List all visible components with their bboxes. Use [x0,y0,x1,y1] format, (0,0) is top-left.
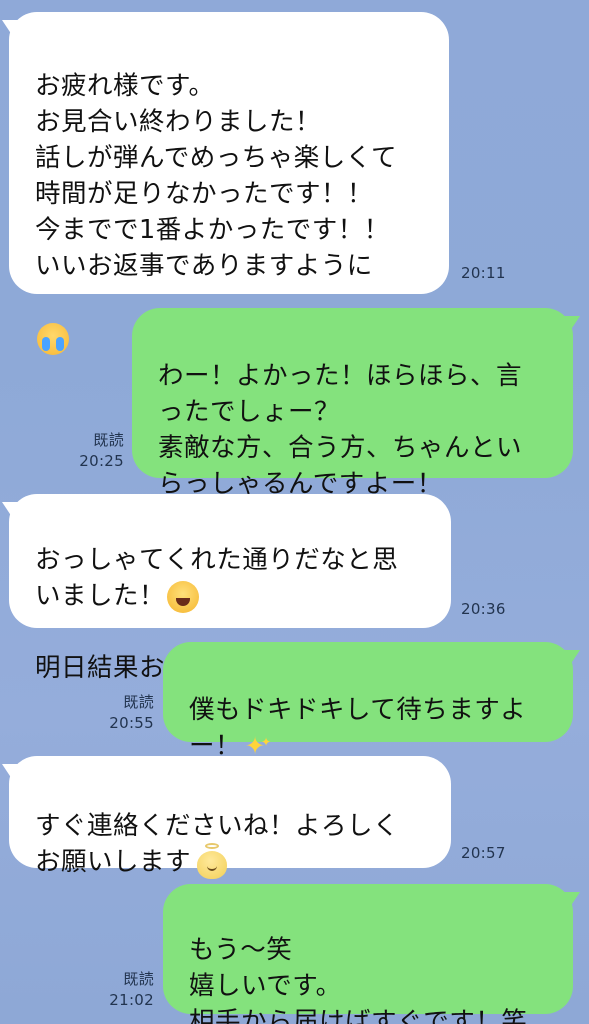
message-timestamp: 20:57 [461,844,506,862]
message-timestamp: 20:36 [461,600,506,618]
read-receipt: 既読 20:25 [70,430,124,472]
read-label: 既読 [123,970,154,988]
loudly-crying-face-icon [37,323,69,355]
outgoing-message-bubble[interactable]: もう〜笑 嬉しいです。 相手から届けばすぐです！笑 [163,884,573,1024]
message-timestamp: 21:02 [109,991,154,1009]
message-text: わー！よかった！ほらほら、言 ったでしょー？ 素敵な方、合う方、ちゃんとい らっ… [158,361,523,499]
read-receipt: 既読 21:02 [100,969,154,1011]
message-text: おっしゃてくれた通りだなと思 いました！ [35,545,399,611]
message-timestamp: 20:25 [79,452,124,470]
message-text: もう〜笑 嬉しいです。 相手から届けばすぐです！笑 [189,935,528,1024]
read-label: 既読 [93,431,124,449]
chat-thread[interactable]: お疲れ様です。 お見合い終わりました！ 話しが弾んでめっちゃ楽しくて 時間が足り… [0,0,589,1024]
incoming-message-bubble[interactable]: おっしゃてくれた通りだなと思 いました！ 明日結果お待ちしてます [9,494,451,685]
read-receipt: 既読 20:55 [100,692,154,734]
incoming-message-bubble[interactable]: すぐ連絡くださいね！よろしく お願いします [9,756,451,879]
outgoing-message-bubble[interactable]: わー！よかった！ほらほら、言 ったでしょー？ 素敵な方、合う方、ちゃんとい らっ… [132,308,573,499]
message-text: お疲れ様です。 お見合い終わりました！ 話しが弾んでめっちゃ楽しくて 時間が足り… [35,71,397,281]
message-text: 僕もドキドキして待ちますよ ー！ [189,695,527,761]
message-timestamp: 20:11 [461,264,506,282]
incoming-message-bubble[interactable]: お疲れ様です。 お見合い終わりました！ 話しが弾んでめっちゃ楽しくて 時間が足り… [9,12,449,355]
tears-of-joy-face-icon [167,581,200,613]
angel-chick-sticker-icon [195,843,229,881]
message-timestamp: 20:55 [109,714,154,732]
read-label: 既読 [123,693,154,711]
outgoing-message-bubble[interactable]: 僕もドキドキして待ちますよ ー！ [163,642,573,764]
